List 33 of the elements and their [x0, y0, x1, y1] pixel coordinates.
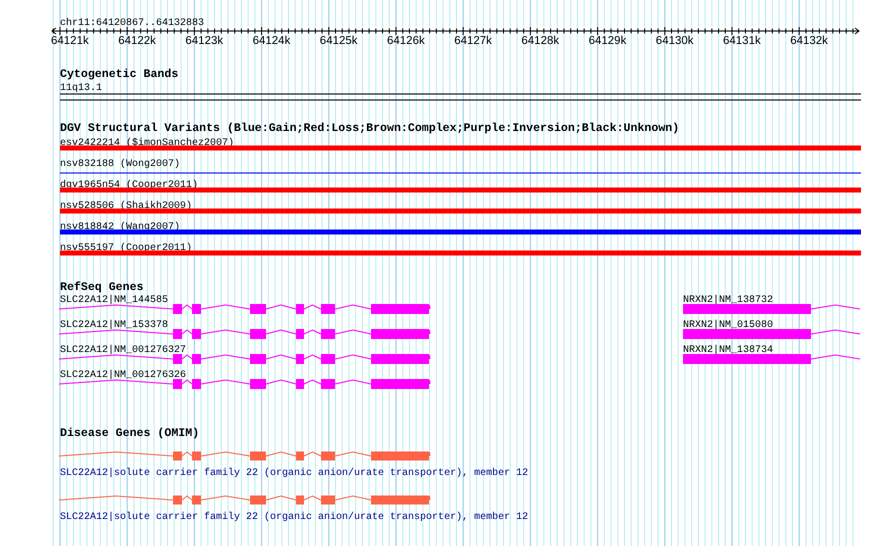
tick-label: 64122k: [118, 35, 156, 47]
gene-label: NRXN2|NM_138734: [683, 345, 774, 356]
gene-label: SLC22A12|NM_153378: [60, 320, 168, 331]
variant-label: nsv818842 (Wang2007): [60, 222, 180, 233]
gene-label: SLC22A12|NM_001276327: [60, 345, 186, 356]
tick-label: 64124k: [252, 35, 290, 47]
variant-label: nsv832188 (Wong2007): [60, 159, 180, 170]
tick-label: 64121k: [51, 35, 89, 47]
tick-label: 64130k: [656, 35, 694, 47]
gene-label: NRXN2|NM_138732: [683, 295, 774, 306]
track-title: Disease Genes (OMIM): [60, 427, 200, 440]
tick-label: 64127k: [454, 35, 492, 47]
variant-label: nsv528506 (Shaikh2009): [60, 201, 192, 212]
gene-label: SLC22A12|NM_001276326: [60, 370, 186, 381]
position-label: chr11:64120867..64132883: [60, 18, 204, 29]
tick-label: 64126k: [387, 35, 425, 47]
variant-label: esv2422214 ($imonSanchez2007): [60, 138, 234, 149]
disease-gene-label: SLC22A12|solute carrier family 22 (organic anion/urate transporter), member 12: [60, 512, 528, 523]
variant-label: dgv1965n54 (Cooper2011): [60, 180, 198, 191]
gene-label: SLC22A12|NM_144585: [60, 295, 168, 306]
track-title: RefSeq Genes: [60, 281, 144, 294]
tick-label: 64123k: [185, 35, 224, 47]
tick-label: 64132k: [790, 35, 828, 47]
track-title: Cytogenetic Bands: [60, 68, 178, 81]
tick-label: 64128k: [521, 35, 560, 47]
variant-label: nsv555197 (Cooper2011): [60, 243, 192, 254]
track-title: DGV Structural Variants (Blue:Gain;Red:Loss;Brown:Complex;Purple:Inversion;Black:Unknown): [60, 122, 680, 135]
tick-label: 64131k: [723, 35, 761, 47]
disease-gene-label: SLC22A12|solute carrier family 22 (organic anion/urate transporter), member 12: [60, 468, 528, 479]
band-label: 11q13.1: [60, 83, 102, 94]
tick-label: 64129k: [588, 35, 626, 47]
gene-label: NRXN2|NM_015080: [683, 320, 774, 331]
tick-label: 64125k: [320, 35, 358, 47]
